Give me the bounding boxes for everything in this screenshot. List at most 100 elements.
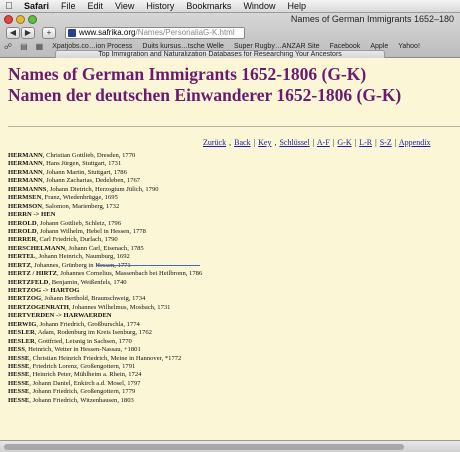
list-item: HERWIG, Johann Friedrich, Großburschla, … [8,321,460,329]
list-item: HERMANN, Johann Martin, Stuttgart, 1786 [8,169,460,177]
list-item: HERTZFELD, Benjamin, Weißenfels, 1740 [8,279,460,287]
bookmark-apple[interactable]: Apple [365,43,393,50]
entry-details: , Johann Martin, Stuttgart, 1786 [42,168,127,176]
bookmark-yahoo[interactable]: Yahoo! [393,43,425,50]
bookmark-xpatjobs[interactable]: Xpatjobs.co…ion Process [47,43,137,50]
surname: HERRN -> HEN [8,211,56,219]
list-item: HERMSON, Salomon, Marienberg, 1732 [8,203,460,211]
url-path: /Names/PersonaliaG-K.html [135,28,235,37]
surname: HERRER [8,236,37,244]
menu-file[interactable]: File [55,1,82,11]
entry-details: , Johann Heinrich, Naumburg, 1692 [35,253,130,261]
text-selection-marker [96,265,200,266]
surname: HESSE [8,362,30,370]
surname: HERMANNS [8,185,47,193]
surname: HESSE [8,354,30,362]
menu-safari[interactable]: Safari [18,1,55,11]
menu-view[interactable]: View [109,1,140,11]
link-separator: | [253,138,256,147]
list-item: HESLER, Adam, Rodenburg im Kreis Isenbur… [8,329,460,337]
top-sites-grid-icon[interactable]: ▦ [32,42,48,51]
back-button[interactable]: ◀ [6,27,20,39]
close-window-button[interactable] [4,15,13,24]
entry-details: , Johann Wilhelm, Hebel in Hessen, 1778 [36,227,146,235]
list-item: HESS, Heinrich, Wetter in Hessen-Nassau,… [8,346,460,354]
list-item: HERTEL, Johann Heinrich, Naumburg, 1692 [8,253,460,261]
list-item: HESSE, Johann Friedrich, Großengottern, … [8,388,460,396]
bookmark-facebook[interactable]: Facebook [325,43,366,50]
list-item: HERTZOGENRATH, Johannes Wilhelmus, Mosba… [8,304,460,312]
list-item: HESSE, Johann Friedrich, Witzenhausen, 1… [8,397,460,405]
list-item: HERSCHELMANN, Johann Carl, Eisenach, 178… [8,245,460,253]
surname: HEROLD [8,227,37,235]
surname: HERMANN [8,168,43,176]
surname: HERMANN [8,177,43,185]
entry-details: , Heinrich Peter, Mühlheim a. Rhein, 172… [29,371,142,379]
link-zuruck[interactable]: Zurück [203,138,226,147]
menu-bar:  Safari File Edit View History Bookmark… [0,0,460,13]
bookmark-super-rugby[interactable]: Super Rugby…ANZAR Site [229,43,325,50]
list-item: HERMSEN, Franz, Wiedenbrügge, 1695 [8,194,460,202]
entry-details: , Johann Friedrich, Großburschla, 1774 [36,320,140,328]
entry-details: , Adam, Rodenburg im Kreis Isenburg, 176… [34,329,152,337]
scrollbar-thumb[interactable] [4,444,404,450]
menu-window[interactable]: Window [237,1,281,11]
link-separator: | [394,138,397,147]
link-g-k[interactable]: G-K [337,138,351,147]
link-key[interactable]: Key [258,138,271,147]
surname: HERTZOG -> HARTOG [8,287,80,294]
menu-history[interactable]: History [140,1,180,11]
surname: HESLER [8,329,35,337]
bookmark-duits-kursus[interactable]: Duits kursus…tsche Welle [137,43,229,50]
list-item: HESSE, Heinrich Peter, Mühlheim a. Rhein… [8,371,460,379]
entry-details: , Christian Heinrich Friedrich, Meine in… [29,354,182,362]
divider [8,126,460,127]
list-item: HESSE, Friedrich Lorenz, Großengottern, … [8,363,460,371]
link-s-z[interactable]: S-Z [380,138,392,147]
list-item: HERTZ / HIRTZ, Johannes Cornelius, Masse… [8,270,460,278]
apple-icon[interactable]:  [0,1,18,12]
entry-details: , Johann Friedrich, Witzenhausen, 1803 [29,396,134,404]
entry-details: , Johann Zacharias, Dedeleben, 1767 [42,177,141,185]
entry-details: , Friedrich Lorenz, Großengottern, 1791 [29,362,136,370]
surname: HESS [8,346,25,354]
window-title: Names of German Immigrants 1652–180 [290,14,454,24]
list-item: HERMANN, Johann Zacharias, Dedeleben, 17… [8,177,460,185]
zoom-window-button[interactable] [28,15,37,24]
surname: HESSE [8,379,30,387]
surname: HERTZFELD [8,278,49,286]
menu-bookmarks[interactable]: Bookmarks [180,1,237,11]
surname: HESLER [8,337,35,345]
link-a-f[interactable]: A-F [317,138,330,147]
link-back[interactable]: Back [234,138,250,147]
entry-details: , Christian Gottlieb, Dresden, 1770 [42,152,136,159]
list-item: HERMANN, Christian Gottlieb, Dresden, 17… [8,152,460,160]
reading-list-icon[interactable]: ☍ [0,42,16,51]
surname: HERWIG [8,320,37,328]
minimize-window-button[interactable] [16,15,25,24]
web-page: Names of German Immigrants 1652-1806 (G-… [0,58,460,440]
section-navigation: Zurück , Back | Key , Schlüssel | A-F | … [203,138,430,147]
entry-details: , Johannes Cornelius, Massenbach bei Hei… [57,270,203,278]
entry-details: , Johannes Wilhelmus, Mosbach, 1731 [68,303,171,311]
entry-details: , Johann Carl, Eisenach, 1785 [65,244,144,252]
horizontal-scrollbar[interactable] [0,440,460,452]
page-title-german: Namen der deutschen Einwanderer 1652-180… [8,85,402,105]
menu-help[interactable]: Help [281,1,312,11]
navigation-toolbar: ◀ ▶ + www.safrika.org/Names/PersonaliaG-… [0,26,460,41]
list-item: HERTZOG -> HARTOG [8,287,460,295]
add-bookmark-button[interactable]: + [42,27,56,39]
window-controls [4,15,37,24]
address-bar[interactable]: www.safrika.org/Names/PersonaliaG-K.html [65,27,245,39]
link-l-r[interactable]: L-R [359,138,372,147]
surname: HERTZ [8,261,31,269]
entry-details: , Carl Friedrich, Durlach, 1790 [36,236,118,244]
list-item: HESSE, Johann Daniel, Enkirch a.d. Mosel… [8,380,460,388]
forward-button[interactable]: ▶ [21,27,35,39]
menu-edit[interactable]: Edit [82,1,110,11]
link-appendix[interactable]: Appendix [399,138,431,147]
link-separator: | [375,138,377,147]
list-item: HERTZ, Johannes, Grünberg in Hessen, 177… [8,262,460,270]
link-schlussel[interactable]: Schlüssel [279,138,309,147]
bookmarks-book-icon[interactable]: ▤ [16,42,32,51]
